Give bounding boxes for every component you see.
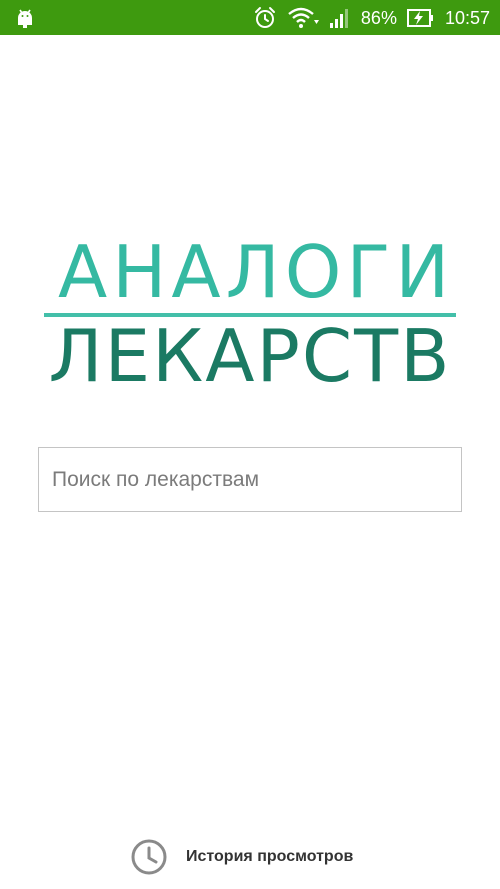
android-icon <box>14 7 36 29</box>
clock-icon <box>130 838 168 876</box>
history-button[interactable]: История просмотров <box>130 838 353 876</box>
status-bar: 86% 10:57 <box>0 0 500 35</box>
logo-title-line1: АНАЛОГИ <box>58 230 455 314</box>
search-input[interactable] <box>52 467 448 492</box>
history-label: История просмотров <box>186 848 354 865</box>
signal-icon <box>329 7 351 29</box>
wifi-icon <box>287 6 319 30</box>
app-logo: АНАЛОГИ ЛЕКАРСТВ <box>0 232 500 397</box>
logo-title-line2: ЛЕКАРСТВ <box>48 314 452 398</box>
alarm-icon <box>253 6 277 30</box>
battery-percent: 86% <box>360 7 397 28</box>
battery-charging-icon <box>406 8 435 28</box>
search-field[interactable] <box>38 447 462 512</box>
clock-time: 10:57 <box>444 7 490 28</box>
